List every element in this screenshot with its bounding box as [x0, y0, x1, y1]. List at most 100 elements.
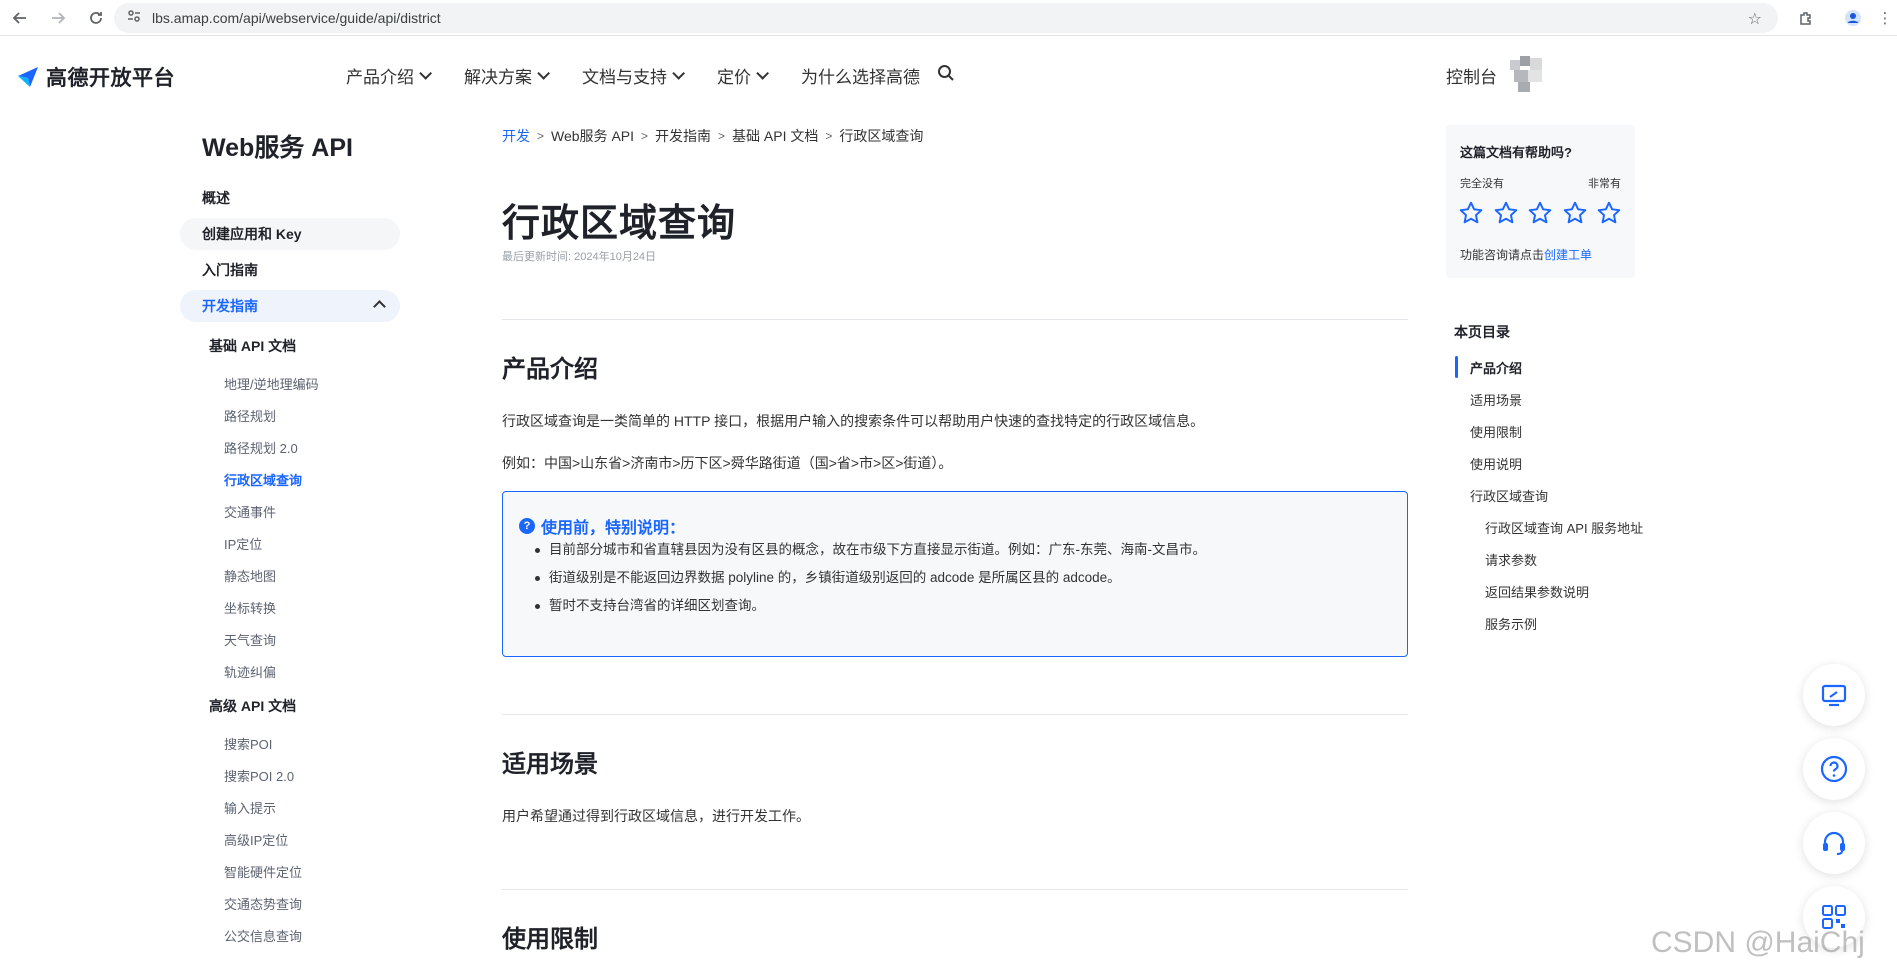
toc-item[interactable]: 适用场景	[1470, 390, 1522, 409]
toc-item[interactable]: 返回结果参数说明	[1485, 582, 1589, 601]
feedback-foot-text: 功能咨询请点击	[1460, 248, 1545, 262]
sidebar-title: Web服务 API	[202, 134, 353, 162]
sidebar-sub-item[interactable]: 交通态势查询	[224, 894, 302, 913]
toc-item[interactable]: 产品介绍	[1470, 358, 1522, 377]
chevron-right-icon: >	[825, 129, 833, 143]
sidebar-sub-item[interactable]: 搜索POI	[224, 734, 272, 753]
feedback-card: 这篇文档有帮助吗? 完全没有 非常有 功能咨询请点击创建工单	[1446, 125, 1635, 278]
nav-label: 文档与支持	[582, 68, 667, 87]
screen-button[interactable]	[1803, 664, 1865, 726]
nav-product[interactable]: 产品介绍	[346, 63, 432, 88]
sidebar-sub-item[interactable]: 轨迹纠偏	[224, 662, 276, 681]
feedback-footer: 功能咨询请点击创建工单	[1460, 246, 1592, 263]
breadcrumb-item[interactable]: 开发指南	[655, 126, 711, 146]
paragraph: 用户希望通过得到行政区域信息，进行开发工作。	[502, 808, 810, 824]
extensions-icon[interactable]	[1794, 6, 1818, 30]
bookmark-star-icon[interactable]: ☆	[1748, 9, 1762, 29]
nav-label: 为什么选择高德	[801, 68, 920, 87]
toc-item[interactable]: 行政区域查询	[1470, 486, 1548, 505]
address-bar[interactable]: lbs.amap.com/api/webservice/guide/api/di…	[114, 3, 1778, 33]
create-ticket-link[interactable]: 创建工单	[1544, 248, 1592, 262]
customer-service-button[interactable]	[1803, 812, 1865, 874]
sidebar-group-basic[interactable]: 基础 API 文档	[209, 336, 296, 356]
toc-item[interactable]: 行政区域查询 API 服务地址	[1485, 518, 1643, 537]
sidebar-group-advanced[interactable]: 高级 API 文档	[209, 696, 296, 716]
reload-icon[interactable]	[84, 6, 108, 30]
section-heading: 适用场景	[502, 751, 598, 778]
sidebar-sub-item[interactable]: IP定位	[224, 534, 262, 553]
star-icon[interactable]	[1493, 200, 1519, 226]
breadcrumb-item[interactable]: Web服务 API	[551, 126, 634, 146]
chevron-right-icon: >	[537, 129, 545, 143]
breadcrumb: 开发 > Web服务 API > 开发指南 > 基础 API 文档 > 行政区域…	[502, 126, 923, 146]
chevron-down-icon	[537, 67, 550, 80]
breadcrumb-item-current: 行政区域查询	[839, 128, 924, 144]
star-icon[interactable]	[1458, 200, 1484, 226]
chevron-right-icon: >	[641, 129, 649, 143]
search-icon[interactable]	[936, 63, 958, 85]
site-info-icon[interactable]	[126, 8, 142, 29]
sidebar-sub-item[interactable]: 路径规划	[224, 406, 276, 425]
main-nav: 产品介绍 解决方案 文档与支持 定价 为什么选择高德	[346, 63, 956, 88]
nav-why[interactable]: 为什么选择高德	[801, 63, 920, 88]
nav-docs[interactable]: 文档与支持	[582, 63, 685, 88]
breadcrumb-item[interactable]: 基础 API 文档	[732, 126, 818, 146]
paragraph: 例如：中国>山东省>济南市>历下区>舜华路街道（国>省>市>区>街道）。	[502, 455, 953, 471]
sidebar-sub-item[interactable]: 路径规划 2.0	[224, 438, 298, 457]
toc-item[interactable]: 使用限制	[1470, 422, 1522, 441]
section-heading: 使用限制	[502, 926, 598, 953]
chevron-down-icon	[756, 67, 769, 80]
sidebar-sub-item[interactable]: 高级IP定位	[224, 830, 288, 849]
star-icon[interactable]	[1596, 200, 1622, 226]
help-button[interactable]	[1803, 738, 1865, 800]
forward-icon[interactable]	[46, 6, 70, 30]
nav-solutions[interactable]: 解决方案	[464, 63, 550, 88]
sidebar-sub-item[interactable]: 智能硬件定位	[224, 862, 302, 881]
chevron-up-icon[interactable]	[373, 300, 386, 313]
star-icon[interactable]	[1527, 200, 1553, 226]
list-item: 暂时不支持台湾省的详细区划查询。	[535, 596, 1206, 624]
nav-label: 定价	[717, 68, 751, 87]
toc-item[interactable]: 请求参数	[1485, 550, 1537, 569]
back-icon[interactable]	[8, 6, 32, 30]
toc-item[interactable]: 使用说明	[1470, 454, 1522, 473]
feedback-low-label: 完全没有	[1460, 178, 1504, 190]
paragraph: 行政区域查询是一类简单的 HTTP 接口，根据用户输入的搜索条件可以帮助用户快速…	[502, 413, 1205, 429]
list-item: 街道级别是不能返回边界数据 polyline 的，乡镇街道级别返回的 adcod…	[535, 568, 1206, 596]
toc-item[interactable]: 服务示例	[1485, 614, 1537, 633]
sidebar-sub-item[interactable]: 公交信息查询	[224, 926, 302, 945]
menu-kebab-icon[interactable]: ⋮	[1873, 6, 1897, 30]
avatar[interactable]	[1510, 56, 1546, 92]
sidebar-sub-item[interactable]: 输入提示	[224, 798, 276, 817]
list-item: 目前部分城市和省直辖县因为没有区县的概念，故在市级下方直接显示街道。例如：广东-…	[535, 540, 1206, 568]
profile-icon[interactable]	[1841, 6, 1865, 30]
sidebar-item-label: 开发指南	[202, 298, 258, 314]
headset-icon	[1823, 831, 1845, 855]
star-rating	[1458, 200, 1631, 226]
chevron-down-icon	[672, 67, 685, 80]
sidebar-sub-item[interactable]: 交通事件	[224, 502, 276, 521]
sidebar-sub-item-active[interactable]: 行政区域查询	[224, 470, 302, 489]
feedback-high-label: 非常有	[1588, 178, 1621, 190]
star-icon[interactable]	[1562, 200, 1588, 226]
sidebar-item-create-key[interactable]: 创建应用和 Key	[180, 218, 400, 250]
nav-pricing[interactable]: 定价	[717, 63, 769, 88]
nav-label: 产品介绍	[346, 68, 414, 87]
sidebar-sub-item[interactable]: 坐标转换	[224, 598, 276, 617]
divider	[502, 889, 1408, 890]
sidebar-item-getting-started[interactable]: 入门指南	[180, 254, 400, 286]
notice-box: ? 使用前，特别说明： 目前部分城市和省直辖县因为没有区县的概念，故在市级下方直…	[502, 491, 1408, 657]
amap-logo-icon	[18, 67, 38, 87]
sidebar-sub-item[interactable]: 搜索POI 2.0	[224, 766, 294, 785]
sidebar-item-overview[interactable]: 概述	[180, 182, 400, 214]
sidebar-item-dev-guide[interactable]: 开发指南	[180, 290, 400, 322]
sidebar-sub-item[interactable]: 天气查询	[224, 630, 276, 649]
chevron-down-icon	[419, 67, 432, 80]
last-updated: 最后更新时间: 2024年10月24日	[502, 251, 657, 263]
sidebar-sub-item[interactable]: 地理/逆地理编码	[224, 374, 319, 393]
breadcrumb-item[interactable]: 开发	[502, 126, 530, 146]
url-text[interactable]: lbs.amap.com/api/webservice/guide/api/di…	[152, 10, 441, 26]
console-link[interactable]: 控制台	[1446, 63, 1497, 88]
logo[interactable]: 高德开放平台	[16, 62, 175, 92]
sidebar-sub-item[interactable]: 静态地图	[224, 566, 276, 585]
